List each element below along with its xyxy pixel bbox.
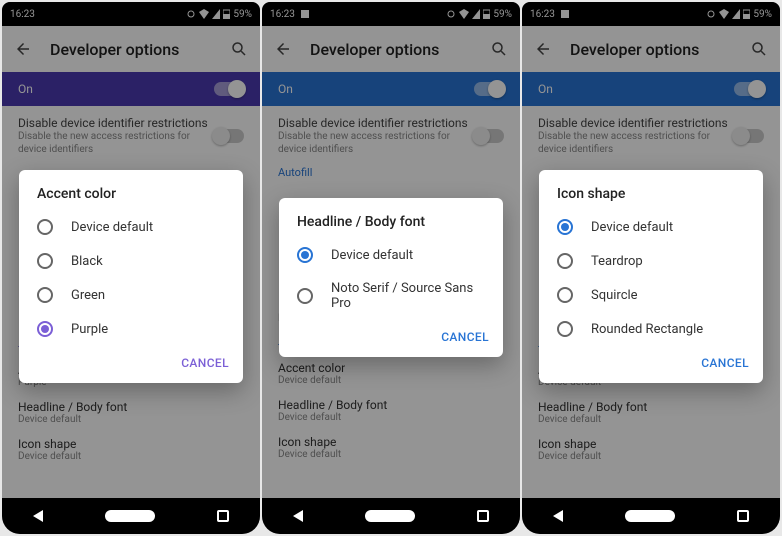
- radio-option[interactable]: Black: [19, 244, 243, 278]
- dialog-title: Icon shape: [539, 186, 763, 210]
- cancel-button[interactable]: CANCEL: [701, 356, 749, 370]
- radio-label: Purple: [71, 322, 108, 337]
- dialog-headline-font: Headline / Body font Device default Noto …: [279, 198, 503, 357]
- nav-back-icon[interactable]: [293, 510, 303, 522]
- radio-icon: [37, 287, 53, 303]
- radio-label: Squircle: [591, 288, 638, 303]
- phone-screenshot-2: 16:23 59% Developer options On Disable d…: [262, 2, 520, 534]
- cancel-button[interactable]: CANCEL: [441, 330, 489, 344]
- radio-option[interactable]: Device default: [279, 238, 503, 272]
- nav-bar: [522, 498, 780, 534]
- dialog-title: Accent color: [19, 186, 243, 210]
- radio-option[interactable]: Teardrop: [539, 244, 763, 278]
- radio-label: Black: [71, 254, 103, 269]
- nav-bar: [2, 498, 260, 534]
- radio-label: Noto Serif / Source Sans Pro: [331, 281, 485, 311]
- modal-overlay: Headline / Body font Device default Noto …: [262, 2, 520, 534]
- radio-icon: [557, 253, 573, 269]
- dialog-accent-color: Accent color Device default Black Green Pur…: [19, 170, 243, 383]
- radio-label: Rounded Rectangle: [591, 322, 703, 337]
- radio-label: Teardrop: [591, 254, 643, 269]
- radio-group: Device default Teardrop Squircle Rounded Re…: [539, 210, 763, 346]
- radio-option[interactable]: Green: [19, 278, 243, 312]
- radio-option[interactable]: Squircle: [539, 278, 763, 312]
- dialog-icon-shape: Icon shape Device default Teardrop Squircl…: [539, 170, 763, 383]
- radio-option[interactable]: Device default: [539, 210, 763, 244]
- radio-label: Device default: [71, 220, 153, 235]
- radio-option[interactable]: Purple: [19, 312, 243, 346]
- radio-label: Device default: [331, 248, 413, 263]
- radio-icon: [37, 321, 53, 337]
- nav-home-icon[interactable]: [625, 510, 675, 522]
- radio-icon: [557, 287, 573, 303]
- nav-back-icon[interactable]: [553, 510, 563, 522]
- radio-group: Device default Noto Serif / Source Sans P…: [279, 238, 503, 320]
- nav-home-icon[interactable]: [105, 510, 155, 522]
- radio-option[interactable]: Rounded Rectangle: [539, 312, 763, 346]
- nav-home-icon[interactable]: [365, 510, 415, 522]
- nav-recents-icon[interactable]: [737, 510, 749, 522]
- radio-icon: [557, 321, 573, 337]
- radio-icon: [37, 253, 53, 269]
- nav-recents-icon[interactable]: [217, 510, 229, 522]
- modal-overlay: Icon shape Device default Teardrop Squircl…: [522, 2, 780, 534]
- nav-recents-icon[interactable]: [477, 510, 489, 522]
- radio-icon: [297, 288, 313, 304]
- radio-label: Device default: [591, 220, 673, 235]
- radio-icon: [37, 219, 53, 235]
- dialog-title: Headline / Body font: [279, 214, 503, 238]
- modal-overlay: Accent color Device default Black Green Pur…: [2, 2, 260, 534]
- radio-icon: [297, 247, 313, 263]
- radio-icon: [557, 219, 573, 235]
- nav-back-icon[interactable]: [33, 510, 43, 522]
- cancel-button[interactable]: CANCEL: [181, 356, 229, 370]
- radio-group: Device default Black Green Purple: [19, 210, 243, 346]
- radio-label: Green: [71, 288, 105, 303]
- phone-screenshot-3: 16:23 59% Developer options On Disable d…: [522, 2, 780, 534]
- radio-option[interactable]: Noto Serif / Source Sans Pro: [279, 272, 503, 320]
- radio-option[interactable]: Device default: [19, 210, 243, 244]
- nav-bar: [262, 498, 520, 534]
- phone-screenshot-1: 16:23 59% Developer options On Disable d…: [2, 2, 260, 534]
